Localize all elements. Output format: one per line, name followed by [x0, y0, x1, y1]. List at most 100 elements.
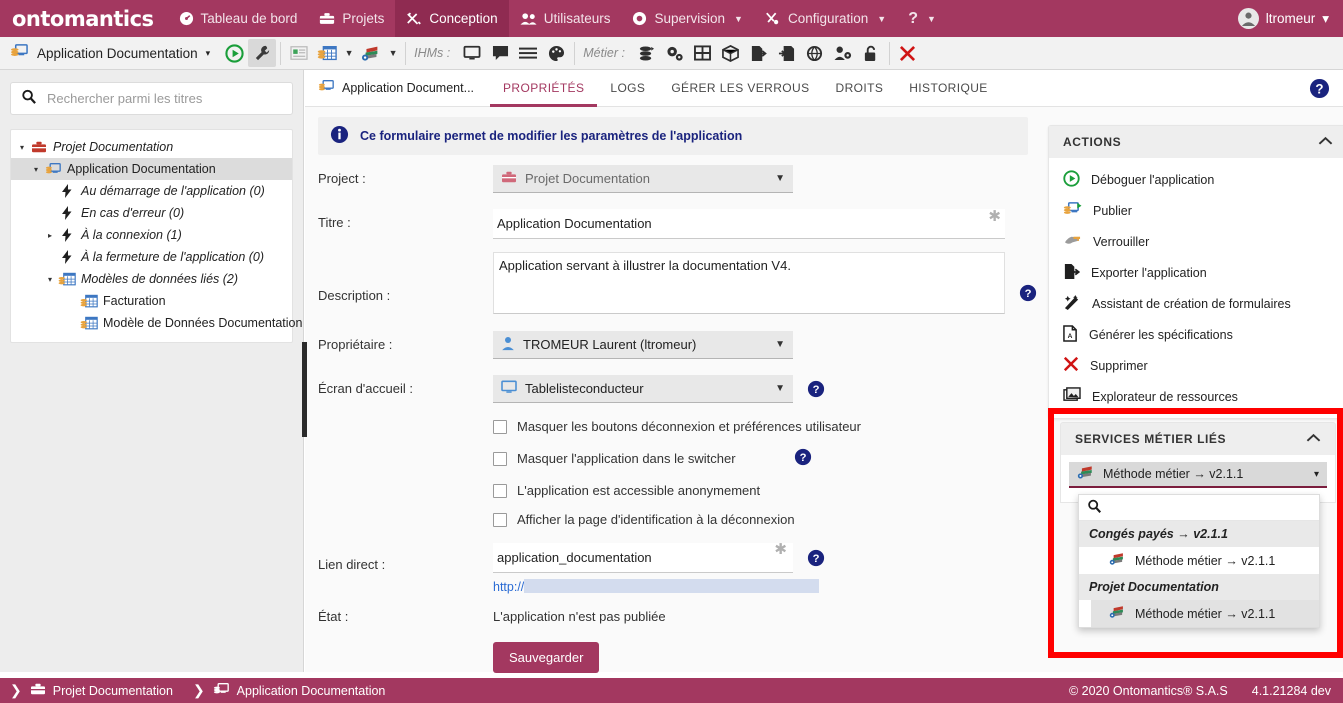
tree-node-application-documentation[interactable]: ▾ Application Documentation: [11, 158, 292, 180]
chevron-down-icon: ▼: [775, 383, 785, 394]
project-select-value: Projet Documentation: [525, 171, 651, 186]
data-flow-button[interactable]: [633, 39, 661, 67]
action-exporter-application[interactable]: Exporter l'application: [1049, 257, 1343, 288]
tree-node-au-demarrage[interactable]: Au démarrage de l'application (0): [11, 180, 292, 202]
user-menu[interactable]: ltromeur ▾: [1230, 8, 1343, 29]
tree-node-label: Au démarrage de l'application (0): [81, 184, 265, 198]
package-button[interactable]: [717, 39, 745, 67]
checkbox-acces-anonyme[interactable]: [493, 483, 507, 498]
form-list-button[interactable]: [285, 39, 313, 67]
action-supprimer[interactable]: Supprimer: [1049, 350, 1343, 381]
bolt-icon: [57, 250, 77, 264]
breadcrumb-projet-documentation[interactable]: Projet Documentation: [30, 682, 183, 699]
run-button[interactable]: [220, 39, 248, 67]
person-icon: [501, 336, 515, 354]
application-icon: [318, 79, 335, 97]
close-x-icon: [900, 45, 916, 61]
tree-node-en-cas-derreur[interactable]: En cas d'erreur (0): [11, 202, 292, 224]
globe-gear-button[interactable]: [801, 39, 829, 67]
tree-node-a-la-fermeture[interactable]: À la fermeture de l'application (0): [11, 246, 292, 268]
tab-logs[interactable]: LOGS: [597, 70, 658, 107]
data-model-button[interactable]: [313, 39, 341, 67]
lien-direct-input[interactable]: [493, 543, 793, 573]
palette-button[interactable]: [542, 39, 570, 67]
ecran-accueil-select[interactable]: Tablelisteconducteur ▼: [493, 375, 793, 403]
close-button[interactable]: [894, 39, 922, 67]
services-metier-card-header[interactable]: SERVICES MÉTIER LIÉS: [1060, 422, 1336, 455]
breadcrumb-separator-icon: ❯: [192, 682, 205, 698]
business-service-button[interactable]: [357, 39, 385, 67]
chevron-down-icon[interactable]: ▾: [15, 143, 29, 152]
nav-item-utilisateurs[interactable]: Utilisateurs: [509, 0, 622, 37]
content-vertical-scrollbar-track[interactable]: [302, 107, 307, 672]
tree-node-modele-de-donnees-documentation[interactable]: Modèle de Données Documentation →: [11, 312, 303, 334]
ecran-accueil-help-icon[interactable]: ?: [807, 380, 825, 401]
nav-item-help[interactable]: ? ▼: [897, 0, 947, 37]
application-selector[interactable]: Application Documentation ▾: [0, 37, 220, 70]
import-button[interactable]: [773, 39, 801, 67]
nav-item-configuration[interactable]: Configuration ▼: [754, 0, 897, 37]
nav-item-tableau-de-bord[interactable]: Tableau de bord: [168, 0, 309, 37]
proprietaire-select[interactable]: TROMEUR Laurent (ltromeur) ▼: [493, 331, 793, 359]
chevron-down-icon[interactable]: ▾: [43, 275, 57, 284]
action-verrouiller[interactable]: Verrouiller: [1049, 226, 1343, 257]
chevron-up-icon[interactable]: [1318, 135, 1333, 149]
action-deboguer-application[interactable]: Déboguer l'application: [1049, 164, 1343, 195]
toolbar-divider: [574, 41, 576, 65]
tree-node-modeles-de-donnees-lies[interactable]: ▾ Modèles de données liés (2): [11, 268, 292, 290]
screen-button[interactable]: [458, 39, 486, 67]
titre-input[interactable]: [493, 209, 1005, 239]
dropdown-search-input[interactable]: [1110, 499, 1305, 516]
app-logo[interactable]: ontomantics: [0, 7, 168, 31]
save-button[interactable]: Sauvegarder: [493, 642, 600, 673]
checkbox-masquer-boutons[interactable]: [493, 419, 507, 434]
checkbox-masquer-switcher[interactable]: [493, 451, 507, 466]
tools-button[interactable]: [248, 39, 277, 67]
search-input[interactable]: Rechercher parmi les titres: [10, 82, 293, 115]
roles-button[interactable]: [829, 39, 857, 67]
dropdown-search-row[interactable]: [1079, 495, 1319, 521]
chevron-right-icon[interactable]: ▸: [43, 231, 57, 240]
chevron-up-icon[interactable]: [1306, 432, 1321, 446]
import-doc-icon: [779, 45, 795, 61]
tab-entity-application[interactable]: Application Document...: [318, 79, 490, 97]
nav-item-supervision[interactable]: Supervision ▼: [621, 0, 753, 37]
business-service-dropdown-caret[interactable]: ▼: [385, 39, 401, 67]
direct-link-url-text: http://: [493, 580, 525, 594]
menu-button[interactable]: [514, 39, 542, 67]
lien-direct-help-icon[interactable]: ?: [807, 549, 825, 570]
tab-droits[interactable]: DROITS: [823, 70, 897, 107]
tree-node-a-la-connexion[interactable]: ▸ À la connexion (1): [11, 224, 292, 246]
data-model-icon: [79, 294, 99, 309]
description-help-icon[interactable]: ?: [1019, 284, 1037, 305]
actions-card-header[interactable]: ACTIONS: [1049, 126, 1343, 158]
description-textarea[interactable]: [493, 252, 1005, 314]
content-vertical-scrollbar-thumb[interactable]: [302, 342, 307, 437]
breadcrumb-application-documentation[interactable]: Application Documentation: [213, 682, 396, 700]
table-button[interactable]: [689, 39, 717, 67]
tab-historique[interactable]: HISTORIQUE: [896, 70, 1000, 107]
tree-node-facturation[interactable]: Facturation: [11, 290, 292, 312]
checkbox-page-identification[interactable]: [493, 512, 507, 527]
action-explorateur-ressources[interactable]: Explorateur de ressources: [1049, 381, 1343, 412]
action-generer-specifications[interactable]: A Générer les spécifications: [1049, 319, 1343, 350]
dropdown-item-methode-metier-projet[interactable]: Méthode métier → v2.1.1: [1079, 600, 1319, 627]
tab-proprietes[interactable]: PROPRIÉTÉS: [490, 70, 598, 107]
dialog-button[interactable]: [486, 39, 514, 67]
action-publier[interactable]: Publier: [1049, 195, 1343, 226]
masquer-switcher-help-icon[interactable]: ?: [794, 448, 812, 469]
tab-gerer-les-verrous[interactable]: GÉRER LES VERROUS: [658, 70, 822, 107]
dropdown-item-methode-metier-conges[interactable]: Méthode métier → v2.1.1: [1079, 547, 1319, 574]
gears-button[interactable]: [661, 39, 689, 67]
project-select[interactable]: Projet Documentation ▼: [493, 165, 793, 193]
help-circle-icon[interactable]: ?: [1309, 78, 1330, 102]
nav-item-projets[interactable]: Projets: [308, 0, 395, 37]
data-model-dropdown-caret[interactable]: ▼: [341, 39, 357, 67]
nav-item-conception[interactable]: Conception: [395, 0, 509, 37]
tree-node-projet-documentation[interactable]: ▾ Projet Documentation: [11, 136, 292, 158]
export-button[interactable]: [745, 39, 773, 67]
action-assistant-creation-formulaires[interactable]: Assistant de création de formulaires: [1049, 288, 1343, 319]
chevron-down-icon[interactable]: ▾: [29, 165, 43, 174]
services-metier-select[interactable]: Méthode métier → v2.1.1 ▾: [1069, 462, 1327, 488]
unlock-button[interactable]: [857, 39, 885, 67]
